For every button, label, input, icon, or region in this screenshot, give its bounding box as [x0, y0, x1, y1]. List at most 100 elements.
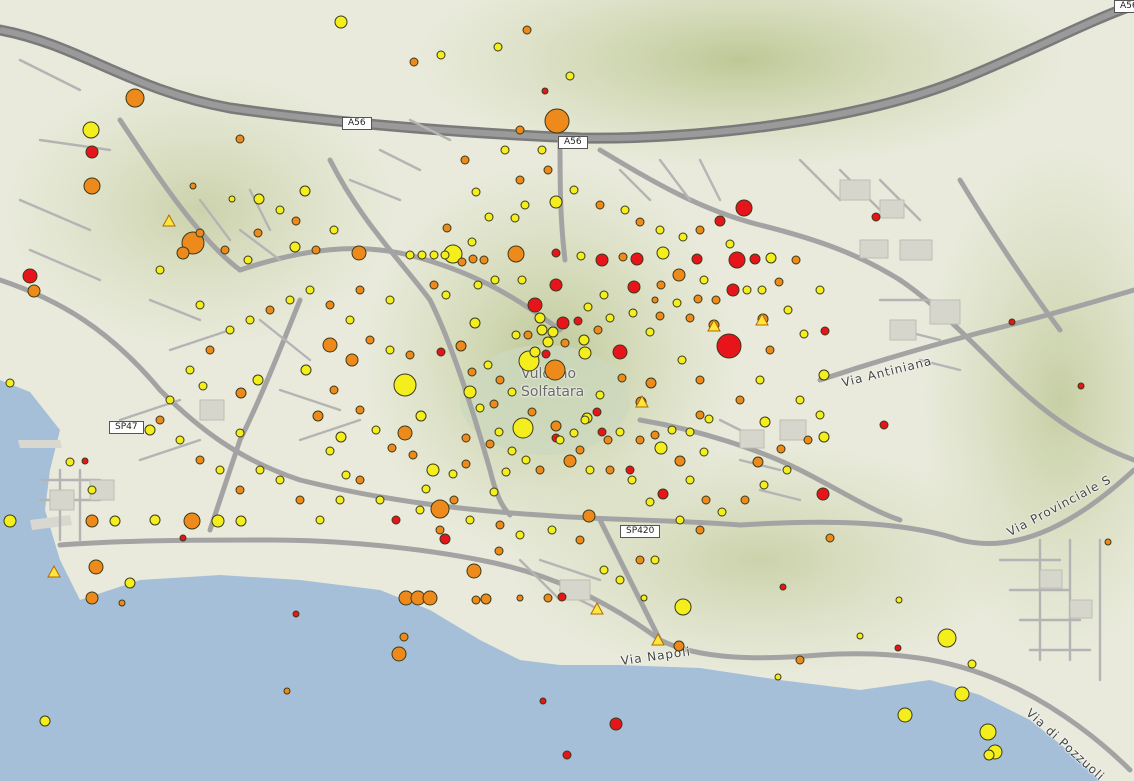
earthquake-marker[interactable] [799, 329, 809, 339]
earthquake-marker[interactable] [22, 268, 38, 284]
earthquake-marker[interactable] [765, 345, 775, 355]
earthquake-marker[interactable] [83, 177, 101, 195]
earthquake-marker[interactable] [415, 505, 425, 515]
earthquake-marker[interactable] [176, 246, 190, 260]
earthquake-marker[interactable] [305, 285, 315, 295]
earthquake-marker[interactable] [235, 387, 247, 399]
earthquake-marker[interactable] [954, 686, 970, 702]
earthquake-marker[interactable] [507, 446, 517, 456]
earthquake-marker[interactable] [562, 750, 572, 760]
earthquake-marker[interactable] [551, 248, 561, 258]
earthquake-marker[interactable] [704, 414, 714, 424]
earthquake-marker[interactable] [967, 659, 977, 669]
earthquake-marker[interactable] [391, 646, 407, 662]
earthquake-marker[interactable] [521, 455, 531, 465]
earthquake-marker[interactable] [550, 420, 562, 432]
earthquake-marker[interactable] [448, 469, 458, 479]
earthquake-marker[interactable] [179, 534, 187, 542]
earthquake-marker[interactable] [355, 475, 365, 485]
earthquake-marker[interactable] [645, 327, 655, 337]
earthquake-marker[interactable] [235, 134, 245, 144]
earthquake-marker[interactable] [627, 475, 637, 485]
earthquake-marker[interactable] [469, 317, 481, 329]
earthquake-marker[interactable] [615, 575, 625, 585]
earthquake-marker[interactable] [494, 546, 504, 556]
earthquake-marker[interactable] [429, 280, 439, 290]
earthquake-marker[interactable] [289, 241, 301, 253]
earthquake-marker[interactable] [85, 514, 99, 528]
earthquake-marker[interactable] [563, 454, 577, 468]
earthquake-marker[interactable] [816, 487, 830, 501]
earthquake-marker[interactable] [749, 253, 761, 265]
earthquake-marker[interactable] [578, 346, 592, 360]
earthquake-marker[interactable] [483, 360, 493, 370]
earthquake-marker[interactable] [285, 295, 295, 305]
earthquake-marker[interactable] [493, 42, 503, 52]
earthquake-marker[interactable] [265, 305, 275, 315]
earthquake-marker[interactable] [541, 87, 549, 95]
earthquake-marker[interactable] [725, 239, 735, 249]
earthquake-marker[interactable] [417, 250, 427, 260]
earthquake-marker[interactable] [592, 407, 602, 417]
earthquake-marker[interactable] [691, 253, 703, 265]
earthquake-marker[interactable] [536, 324, 548, 336]
earthquake-marker[interactable] [467, 367, 477, 377]
monitoring-station-marker[interactable] [162, 213, 176, 227]
earthquake-marker[interactable] [1077, 382, 1085, 390]
earthquake-marker[interactable] [243, 255, 253, 265]
earthquake-marker[interactable] [345, 353, 359, 367]
earthquake-marker[interactable] [485, 439, 495, 449]
earthquake-marker[interactable] [375, 495, 385, 505]
earthquake-marker[interactable] [341, 470, 351, 480]
earthquake-marker[interactable] [515, 530, 525, 540]
earthquake-marker[interactable] [527, 407, 537, 417]
earthquake-marker[interactable] [618, 252, 628, 262]
earthquake-marker[interactable] [895, 596, 903, 604]
earthquake-marker[interactable] [529, 346, 541, 358]
earthquake-marker[interactable] [657, 488, 669, 500]
earthquake-marker[interactable] [315, 515, 325, 525]
earthquake-marker[interactable] [635, 217, 645, 227]
earthquake-marker[interactable] [391, 515, 401, 525]
earthquake-marker[interactable] [195, 455, 205, 465]
earthquake-marker[interactable] [312, 410, 324, 422]
earthquake-marker[interactable] [815, 285, 825, 295]
earthquake-marker[interactable] [371, 425, 381, 435]
earthquake-marker[interactable] [615, 427, 625, 437]
earthquake-marker[interactable] [818, 369, 830, 381]
earthquake-marker[interactable] [291, 216, 301, 226]
earthquake-marker[interactable] [175, 435, 185, 445]
earthquake-marker[interactable] [490, 275, 500, 285]
earthquake-marker[interactable] [461, 459, 471, 469]
earthquake-marker[interactable] [547, 525, 557, 535]
earthquake-marker[interactable] [510, 213, 520, 223]
earthquake-marker[interactable] [440, 250, 450, 260]
earthquake-marker[interactable] [183, 512, 201, 530]
earthquake-marker[interactable] [569, 428, 579, 438]
earthquake-marker[interactable] [3, 514, 17, 528]
earthquake-marker[interactable] [275, 475, 285, 485]
earthquake-marker[interactable] [757, 285, 767, 295]
earthquake-marker[interactable] [795, 655, 805, 665]
earthquake-marker[interactable] [617, 373, 627, 383]
earthquake-marker[interactable] [422, 590, 438, 606]
earthquake-marker[interactable] [609, 717, 623, 731]
earthquake-marker[interactable] [776, 444, 786, 454]
earthquake-marker[interactable] [655, 225, 665, 235]
earthquake-marker[interactable] [325, 446, 335, 456]
earthquake-marker[interactable] [489, 399, 499, 409]
earthquake-marker[interactable] [603, 435, 613, 445]
earthquake-marker[interactable] [674, 455, 686, 467]
earthquake-marker[interactable] [628, 308, 638, 318]
earthquake-marker[interactable] [300, 364, 312, 376]
earthquake-marker[interactable] [856, 632, 864, 640]
earthquake-marker[interactable] [421, 484, 431, 494]
earthquake-marker[interactable] [534, 312, 546, 324]
earthquake-marker[interactable] [1104, 538, 1112, 546]
earthquake-marker[interactable] [85, 145, 99, 159]
earthquake-marker[interactable] [595, 200, 605, 210]
earthquake-marker[interactable] [88, 559, 104, 575]
earthquake-marker[interactable] [575, 445, 585, 455]
earthquake-marker[interactable] [253, 193, 265, 205]
earthquake-marker[interactable] [556, 316, 570, 330]
